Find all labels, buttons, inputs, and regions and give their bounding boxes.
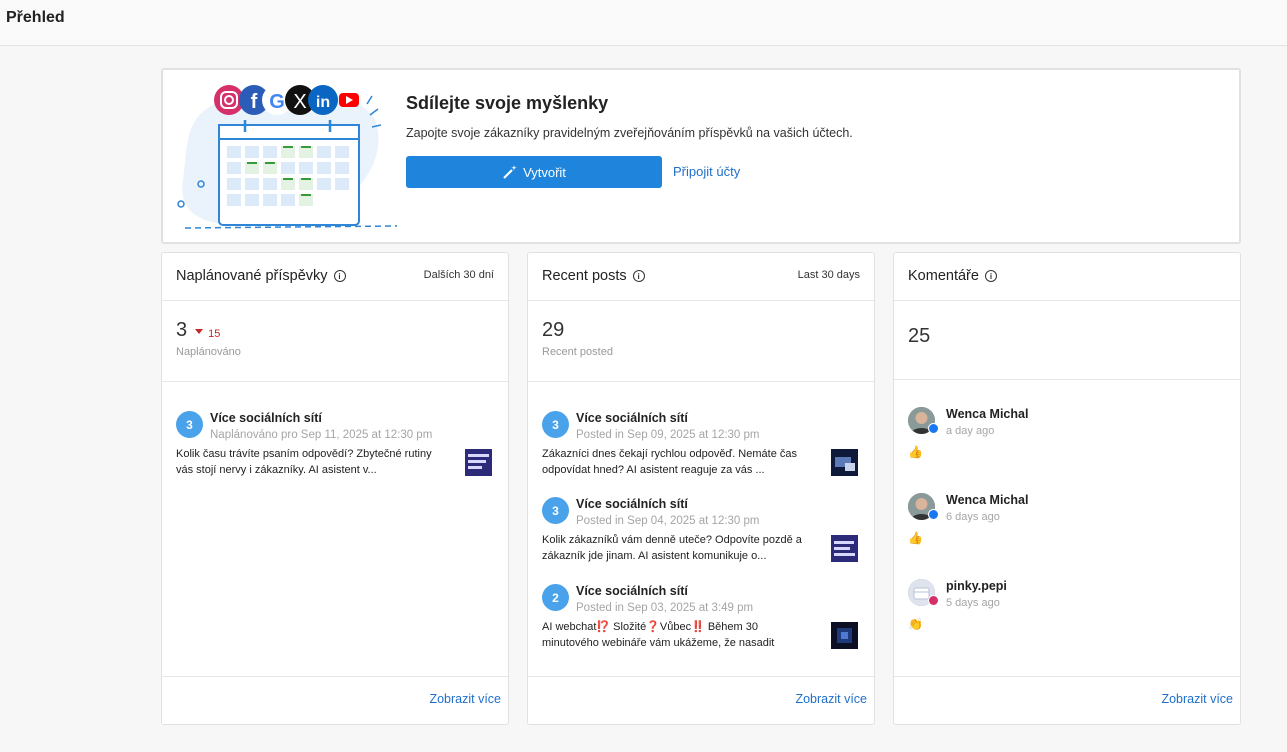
post-item[interactable]: 3 Více sociálních sítí Posted in Sep 04,… — [528, 497, 874, 579]
recent-stat: 29 — [542, 319, 564, 342]
info-icon[interactable]: i — [333, 270, 346, 282]
card-header: Recent posts i Last 30 days — [528, 253, 874, 301]
comment-item[interactable]: Wenca Michal a day ago 👍 — [894, 407, 1240, 467]
divider — [894, 379, 1240, 380]
comments-count: 25 — [908, 325, 931, 347]
comments-stat: 25 — [908, 325, 930, 348]
post-meta: Posted in Sep 03, 2025 at 3:49 pm — [576, 602, 754, 614]
post-text: Kolik času trávíte psaním odpovědí? Zbyt… — [176, 448, 432, 476]
hero-title: Sdílejte svoje myšlenky — [406, 93, 609, 113]
magic-wand-icon — [503, 165, 517, 179]
post-item[interactable]: 3 Více sociálních sítí Naplánováno pro S… — [162, 411, 508, 493]
share-thoughts-banner: f G X in Sdílejte svoje myšlenky Zapojte… — [161, 68, 1241, 244]
card-title: Recent posts — [542, 268, 627, 284]
post-thumbnail — [831, 535, 858, 562]
card-header: Komentáře i — [894, 253, 1240, 301]
linkedin-icon: in — [308, 85, 338, 115]
comment-author: Wenca Michal — [946, 493, 1029, 507]
post-title: Více sociálních sítí — [576, 584, 688, 598]
card-title: Naplánované příspěvky — [176, 268, 328, 284]
page-title: Přehled — [6, 9, 65, 26]
post-text: Zákazníci dnes čekají rychlou odpověď. N… — [542, 448, 797, 476]
post-item[interactable]: 2 Více sociálních sítí Posted in Sep 03,… — [528, 584, 874, 666]
info-icon[interactable]: i — [632, 270, 645, 282]
card-footer: Zobrazit více — [528, 676, 874, 724]
recent-posts-card: Recent posts i Last 30 days 29 Recent po… — [527, 252, 875, 725]
connect-accounts-link[interactable]: Připojit účty — [673, 164, 740, 179]
network-count-badge: 3 — [542, 497, 569, 524]
show-more-link[interactable]: Zobrazit více — [429, 692, 501, 706]
card-footer: Zobrazit více — [894, 676, 1240, 724]
post-thumbnail — [831, 622, 858, 649]
post-title: Více sociálních sítí — [210, 411, 322, 425]
youtube-icon — [339, 93, 359, 107]
divider — [528, 381, 874, 382]
comment-time: a day ago — [946, 425, 995, 437]
comment-item[interactable]: Wenca Michal 6 days ago 👍 — [894, 493, 1240, 553]
card-title: Komentáře — [908, 268, 979, 284]
post-meta: Posted in Sep 09, 2025 at 12:30 pm — [576, 429, 760, 441]
svg-text:f: f — [251, 91, 258, 113]
calendar-illustration: f G X in — [177, 85, 397, 229]
card-footer: Zobrazit více — [162, 676, 508, 724]
post-thumbnail — [831, 449, 858, 476]
post-item[interactable]: 3 Více sociálních sítí Posted in Sep 09,… — [528, 411, 874, 493]
post-text: Kolik zákazníků vám denně uteče? Odpovít… — [542, 534, 802, 562]
facebook-icon — [928, 423, 939, 434]
show-more-link[interactable]: Zobrazit více — [1161, 692, 1233, 706]
create-button-label: Vytvořit — [523, 164, 566, 180]
network-count-badge: 2 — [542, 584, 569, 611]
comment-text: 👍 — [908, 531, 923, 545]
svg-text:X: X — [293, 91, 306, 113]
network-count-badge: 3 — [176, 411, 203, 438]
instagram-icon — [928, 595, 939, 606]
stat-label: Recent posted — [542, 346, 613, 358]
scheduled-posts-card: Naplánované příspěvky i Dalších 30 dní 3… — [161, 252, 509, 725]
facebook-icon — [928, 509, 939, 520]
svg-text:G: G — [269, 91, 285, 113]
comment-author: pinky.pepi — [946, 579, 1007, 593]
post-meta: Posted in Sep 04, 2025 at 12:30 pm — [576, 515, 760, 527]
stat-label: Naplánováno — [176, 346, 241, 358]
card-header: Naplánované příspěvky i Dalších 30 dní — [162, 253, 508, 301]
comment-time: 6 days ago — [946, 511, 1000, 523]
hero-subtitle: Zapojte svoje zákazníky pravidelným zveř… — [406, 126, 853, 140]
network-count-badge: 3 — [542, 411, 569, 438]
post-text: AI webchat⁉️ Složité❓Vůbec‼️ Během 30 mi… — [542, 621, 775, 649]
delta-value: 15 — [208, 327, 221, 340]
info-icon[interactable]: i — [984, 270, 997, 282]
show-more-link[interactable]: Zobrazit více — [795, 692, 867, 706]
svg-text:in: in — [316, 94, 330, 111]
comment-text: 👏 — [908, 617, 923, 631]
create-post-button[interactable]: Vytvořit — [406, 156, 662, 188]
post-title: Více sociálních sítí — [576, 411, 688, 425]
scheduled-stat: 3 15 — [176, 319, 220, 342]
comment-text: 👍 — [908, 445, 923, 459]
comments-card: Komentáře i 25 Wenca Michal a day ago 👍 … — [893, 252, 1241, 725]
post-thumbnail — [465, 449, 492, 476]
delta-indicator: 15 — [195, 328, 220, 340]
scheduled-count: 3 — [176, 319, 188, 341]
post-title: Více sociálních sítí — [576, 497, 688, 511]
date-range: Dalších 30 dní — [423, 269, 494, 281]
recent-count: 29 — [542, 319, 565, 341]
divider — [162, 381, 508, 382]
comment-item[interactable]: pinky.pepi 5 days ago 👏 — [894, 579, 1240, 639]
top-bar: Přehled — [0, 0, 1287, 46]
arrow-down-icon — [195, 329, 204, 334]
post-meta: Naplánováno pro Sep 11, 2025 at 12:30 pm — [210, 429, 433, 441]
comment-author: Wenca Michal — [946, 407, 1029, 421]
date-range: Last 30 days — [797, 269, 860, 281]
comment-time: 5 days ago — [946, 597, 1000, 609]
